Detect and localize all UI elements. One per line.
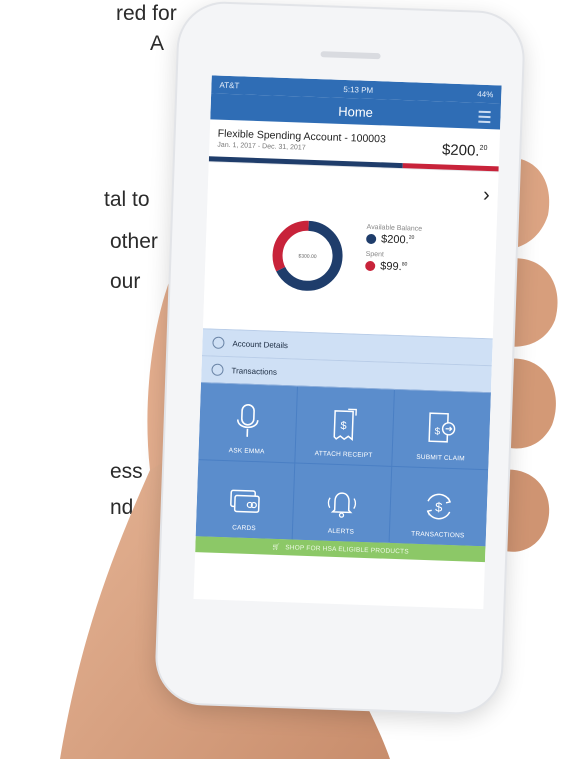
legend-available-cents: 20	[408, 234, 415, 241]
legend-dot-available	[366, 233, 377, 245]
svg-text:$: $	[434, 426, 440, 437]
cart-icon: 🛒︎	[271, 543, 281, 552]
tile-label: ALERTS	[327, 527, 355, 536]
account-details-label: Account Details	[232, 338, 289, 350]
cards-icon	[230, 489, 260, 513]
legend-spent-cents: 80	[401, 261, 408, 268]
menu-icon[interactable]	[478, 110, 491, 126]
svg-text:$: $	[435, 499, 444, 514]
legend-available-main: $200.	[380, 233, 409, 247]
tile-transactions[interactable]: $ TRANSACTIONS	[389, 466, 489, 547]
legend-available-label: Available Balance	[366, 223, 423, 233]
donut-center-label: $300.00	[298, 253, 316, 260]
claim-icon: $	[428, 412, 456, 443]
tile-submit-claim[interactable]: $ SUBMIT CLAIM	[392, 389, 491, 470]
transactions-label: Transactions	[231, 365, 278, 377]
microphone-icon	[236, 404, 259, 437]
receipt-icon: $	[333, 408, 357, 441]
legend-dot-spent	[365, 260, 376, 272]
legend-available-value: $200.20	[381, 233, 414, 246]
legend-spent-label: Spent	[365, 250, 385, 259]
account-balance-main: $200.	[441, 141, 480, 160]
legend-spent-main: $99.	[380, 260, 402, 274]
dollar-cycle-icon: $	[426, 493, 452, 520]
chevron-right-icon[interactable]: ›	[483, 184, 490, 207]
tile-label: ASK EMMA	[228, 447, 265, 456]
app-screen: AT&T 5:13 PM 44% Home Flexible Spending …	[193, 75, 502, 610]
tile-label: SUBMIT CLAIM	[416, 453, 465, 463]
legend-spent-value: $99.80	[380, 260, 407, 273]
legend-available-row: $200.20	[366, 233, 422, 247]
page-title: Home	[338, 103, 374, 120]
battery-label: 44%	[477, 89, 494, 99]
info-icon	[212, 336, 225, 349]
account-balance: $200.20	[442, 141, 488, 160]
clock-label: 5:13 PM	[343, 84, 374, 95]
bell-icon	[327, 492, 357, 518]
svg-text:$: $	[340, 420, 347, 432]
account-balance-cents: 20	[479, 144, 488, 153]
shop-bar-label: SHOP FOR HSA ELIGIBLE PRODUCTS	[285, 543, 409, 556]
legend-spent-row: $99.80	[365, 260, 421, 274]
action-tiles-grid: ASK EMMA $ ATTACH RECEIPT $ SUBMIT CLAIM	[195, 382, 491, 547]
tile-cards[interactable]: CARDS	[195, 460, 295, 540]
chart-legend: Available Balance $200.20 Spent $99.80	[365, 224, 422, 274]
dollar-icon	[211, 363, 224, 376]
tile-ask-emma[interactable]: ASK EMMA	[198, 383, 297, 463]
tile-label: CARDS	[231, 524, 256, 533]
tile-attach-receipt[interactable]: $ ATTACH RECEIPT	[295, 386, 394, 466]
balance-donut-chart: $300.00	[272, 220, 343, 291]
tile-label: TRANSACTIONS	[411, 530, 465, 540]
phone-device: AT&T 5:13 PM 44% Home Flexible Spending …	[155, 2, 525, 714]
tile-label: ATTACH RECEIPT	[314, 450, 373, 460]
carrier-label: AT&T	[219, 80, 240, 90]
tile-alerts[interactable]: ALERTS	[292, 463, 392, 543]
phone-speaker	[320, 51, 381, 60]
balance-chart-area: › $300.00 Available Balance $200.20 Spen…	[202, 162, 499, 339]
